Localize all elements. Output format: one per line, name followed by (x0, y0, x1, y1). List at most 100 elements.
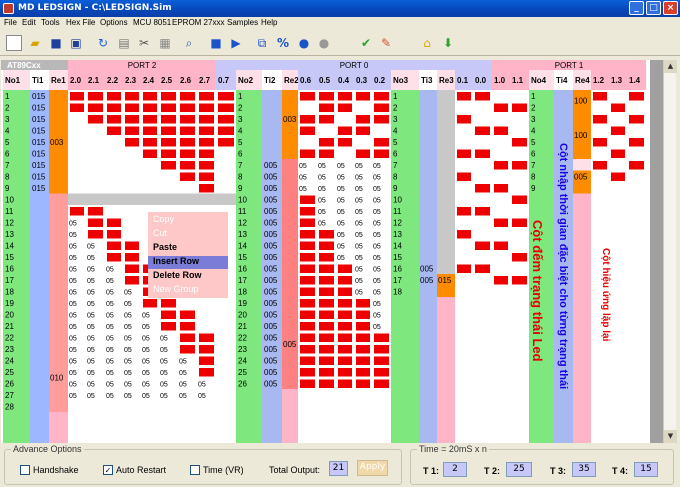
scroll-down-icon[interactable]: ▼ (664, 430, 677, 443)
cell-led[interactable] (107, 115, 121, 124)
cell-led[interactable] (457, 115, 471, 124)
cell-led[interactable] (512, 161, 527, 170)
handshake-checkbox[interactable] (20, 465, 30, 475)
cell-led[interactable] (356, 368, 370, 377)
new-icon[interactable] (6, 35, 22, 51)
cell-led[interactable] (70, 103, 84, 113)
paste-icon[interactable]: ▦ (157, 35, 173, 51)
cell-led[interactable] (199, 115, 214, 124)
cell-led[interactable] (457, 264, 471, 274)
cell-led[interactable] (107, 253, 121, 262)
cell-led[interactable] (593, 115, 607, 124)
cell-led[interactable] (475, 184, 490, 193)
cell-led[interactable] (125, 126, 139, 136)
cell-led[interactable] (611, 149, 625, 159)
cell-led[interactable] (629, 161, 644, 170)
cell-led[interactable] (107, 230, 121, 239)
cell-led[interactable] (125, 138, 139, 147)
t3-field[interactable]: 35 (572, 462, 596, 477)
close-button[interactable]: × (663, 1, 678, 15)
cell-led[interactable] (356, 299, 370, 308)
cell-led[interactable] (300, 276, 315, 285)
cell-led[interactable] (319, 253, 334, 262)
menu-mcu[interactable]: MCU 8051 (133, 18, 171, 27)
cell-led[interactable] (88, 218, 103, 228)
context-insert-row[interactable]: Insert Row (148, 256, 228, 269)
copy-pages-icon[interactable]: ⧉ (254, 35, 270, 51)
cell-led[interactable] (338, 138, 352, 147)
led-state-grid[interactable]: AT89Cxx PORT 2 PORT 0 PORT 1 No1 Ti1 Re1 2.0 2.1… (1, 60, 650, 443)
cell-led[interactable] (319, 92, 334, 101)
cell-led[interactable] (374, 345, 389, 354)
cell-led[interactable] (125, 264, 139, 274)
cell-led[interactable] (180, 92, 195, 101)
stop-icon[interactable]: ■ (208, 35, 224, 51)
menu-eprom[interactable]: EPROM 27xxx (172, 18, 224, 27)
cell-led[interactable] (300, 299, 315, 308)
cell-led[interactable] (143, 115, 157, 124)
cell-led[interactable] (611, 103, 625, 113)
cell-led[interactable] (300, 241, 315, 251)
cell-led[interactable] (300, 333, 315, 343)
cell-led[interactable] (319, 368, 334, 377)
cell-led[interactable] (457, 92, 471, 101)
cell-led[interactable] (356, 333, 370, 343)
cell-led[interactable] (512, 195, 527, 205)
record-icon[interactable]: ● (296, 35, 312, 51)
cell-led[interactable] (199, 138, 214, 147)
menu-options[interactable]: Options (100, 18, 128, 27)
context-cut[interactable]: Cut (153, 228, 167, 238)
cell-led[interactable] (319, 322, 334, 331)
cell-led[interactable] (494, 241, 508, 251)
cell-led[interactable] (512, 276, 527, 285)
cell-led[interactable] (338, 126, 352, 136)
cell-led[interactable] (300, 115, 315, 124)
cell-led[interactable] (374, 138, 389, 147)
context-new-group[interactable]: New Group (153, 284, 199, 294)
cell-led[interactable] (180, 149, 195, 159)
cell-led[interactable] (611, 126, 625, 136)
cell-led[interactable] (300, 287, 315, 297)
cell-led[interactable] (300, 322, 315, 331)
cell-led[interactable] (319, 310, 334, 320)
minimize-button[interactable]: _ (629, 1, 644, 15)
cell-led[interactable] (161, 299, 176, 308)
play-icon[interactable]: ▶ (228, 35, 244, 51)
open-icon[interactable]: ▰ (27, 35, 43, 51)
cell-led[interactable] (300, 310, 315, 320)
cell-led[interactable] (180, 322, 195, 331)
cell-led[interactable] (161, 161, 176, 170)
cell-led[interactable] (300, 356, 315, 366)
cell-led[interactable] (143, 103, 157, 113)
cell-led[interactable] (475, 264, 490, 274)
cell-led[interactable] (512, 103, 527, 113)
cell-led[interactable] (629, 138, 644, 147)
cell-led[interactable] (107, 103, 121, 113)
cell-led[interactable] (319, 299, 334, 308)
cell-led[interactable] (374, 333, 389, 343)
apply-button[interactable]: Apply (357, 460, 388, 476)
t1-field[interactable]: 2 (443, 462, 467, 477)
cell-led[interactable] (475, 241, 490, 251)
cell-led[interactable] (143, 126, 157, 136)
cell-led[interactable] (475, 92, 490, 101)
cell-led[interactable] (512, 218, 527, 228)
cell-led[interactable] (199, 161, 214, 170)
menu-edit[interactable]: Edit (22, 18, 36, 27)
cell-led[interactable] (88, 92, 103, 101)
cut-icon[interactable]: ✂ (136, 35, 152, 51)
cell-led[interactable] (199, 368, 214, 377)
cell-led[interactable] (319, 103, 334, 113)
cell-led[interactable] (356, 379, 370, 389)
cell-led[interactable] (218, 126, 234, 136)
cell-led[interactable] (319, 287, 334, 297)
cell-led[interactable] (199, 184, 214, 193)
cell-led[interactable] (161, 138, 176, 147)
cell-led[interactable] (629, 92, 644, 101)
cell-led[interactable] (300, 379, 315, 389)
cell-led[interactable] (374, 379, 389, 389)
auto-restart-checkbox[interactable]: ✓ (103, 465, 113, 475)
cell-led[interactable] (457, 172, 471, 182)
cell-led[interactable] (125, 253, 139, 262)
cell-led[interactable] (218, 103, 234, 113)
